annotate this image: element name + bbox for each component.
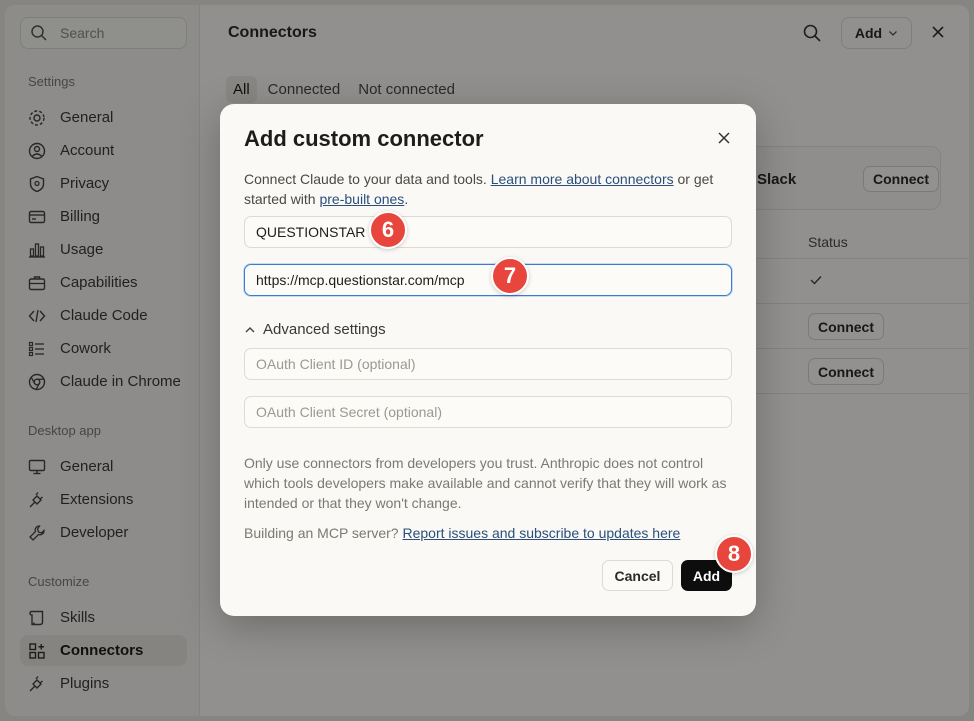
add-custom-connector-dialog: Add custom connector Connect Claude to y… bbox=[220, 104, 756, 616]
step-badge-8: 8 bbox=[715, 535, 753, 573]
oauth-client-id-input[interactable] bbox=[244, 348, 732, 380]
learn-more-link[interactable]: Learn more about connectors bbox=[491, 171, 674, 187]
advanced-settings-toggle[interactable]: Advanced settings bbox=[244, 321, 386, 338]
mcp-server-note: Building an MCP server? Report issues an… bbox=[244, 525, 680, 541]
advanced-settings-label: Advanced settings bbox=[263, 321, 386, 338]
chevron-up-icon bbox=[244, 324, 256, 336]
close-icon[interactable] bbox=[715, 129, 733, 147]
report-issues-link[interactable]: Report issues and subscribe to updates h… bbox=[402, 525, 680, 541]
desc-text: . bbox=[404, 191, 409, 207]
desc-text: Connect Claude to your data and tools. bbox=[244, 171, 491, 187]
step-badge-6: 6 bbox=[369, 211, 407, 249]
step-badge-7: 7 bbox=[491, 257, 529, 295]
cancel-button[interactable]: Cancel bbox=[602, 560, 673, 591]
oauth-client-secret-input[interactable] bbox=[244, 396, 732, 428]
connector-name-input[interactable] bbox=[244, 216, 732, 248]
dialog-description: Connect Claude to your data and tools. L… bbox=[244, 169, 734, 209]
dialog-title: Add custom connector bbox=[244, 126, 484, 151]
connector-url-input[interactable] bbox=[244, 264, 732, 296]
trust-warning: Only use connectors from developers you … bbox=[244, 455, 727, 511]
pre-built-link[interactable]: pre-built ones bbox=[319, 191, 404, 207]
note-text: Building an MCP server? bbox=[244, 525, 403, 541]
